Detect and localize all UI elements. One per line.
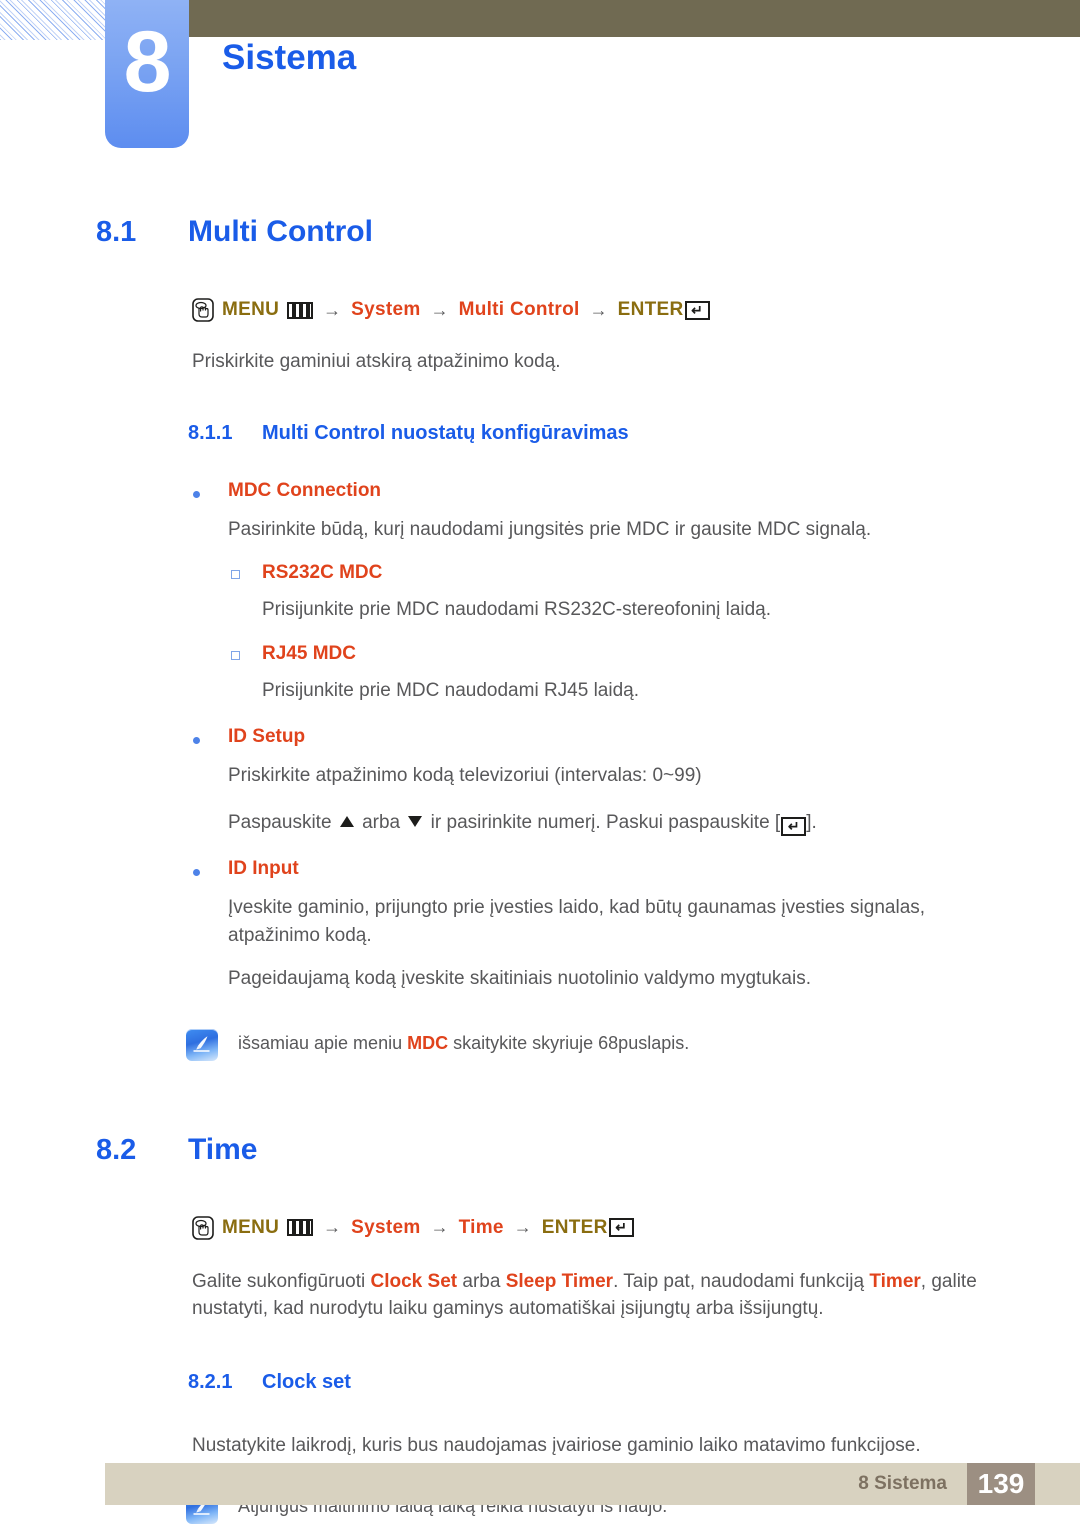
path-arrow: →: [430, 1217, 449, 1238]
enter-key-icon: ↵: [781, 816, 807, 836]
note-text-a: išsamiau apie meniu: [238, 1032, 403, 1053]
intro-paragraph-multi-control: Priskirkite gaminiui atskirą atpažinimo …: [192, 351, 561, 372]
text-mdc-connection: Pasirinkite būdą, kurį naudodami jungsit…: [228, 518, 872, 540]
heading-8-1-1: 8.1.1 Multi Control nuostatų konfigūravi…: [0, 422, 1080, 445]
highlight-clock-set: Clock Set: [370, 1270, 458, 1292]
bullet-id-input: ID Input: [0, 858, 1080, 880]
menu-label: MENU: [222, 1216, 280, 1238]
hand-press-icon: [192, 1216, 214, 1240]
enter-label: ENTER: [617, 299, 684, 320]
heading-8-2: 8.2 Time: [0, 1133, 1080, 1167]
heading-8-1-title: Multi Control: [188, 215, 373, 248]
path-arrow: →: [513, 1217, 532, 1238]
olive-header-bar: [188, 0, 1080, 37]
text-rj45-mdc: Prisijunkite prie MDC naudodami RJ45 lai…: [262, 679, 640, 701]
hand-press-icon: [192, 298, 214, 322]
bullet-rs232c-mdc: RS232C MDC: [0, 562, 1080, 584]
text-id-setup-2: Paspauskite arba ir pasirinkite numerį. …: [0, 809, 1080, 837]
path-arrow: →: [323, 1217, 342, 1238]
chapter-number: 8: [123, 14, 172, 110]
text-rs232c-mdc: Prisijunkite prie MDC naudodami RS232C-s…: [262, 599, 772, 621]
path-arrow: →: [589, 299, 608, 320]
menu-path-multi-control: MENU → System → Multi Control → ENTER ↵: [0, 298, 1080, 322]
heading-8-2-1: 8.2.1 Clock set: [0, 1371, 1080, 1394]
enter-key-icon: ↵: [684, 300, 710, 320]
chapter-title: Sistema: [222, 38, 357, 77]
path-arrow: →: [430, 299, 449, 320]
time-body-a: Galite sukonfigūruoti: [192, 1270, 366, 1292]
note-pencil-glyph: [193, 1036, 210, 1052]
id-setup-press-label: Paspauskite: [228, 811, 332, 833]
chapter-number-tab: 8: [105, 0, 189, 148]
text-time-body: Galite sukonfigūruoti Clock Set arba Sle…: [0, 1268, 1080, 1323]
menu-path-time: MENU → System → Time → ENTER ↵: [0, 1216, 1080, 1240]
note-text: išsamiau apie meniu MDC skaitykite skyri…: [218, 1027, 689, 1056]
path-arrow: →: [323, 299, 342, 320]
heading-8-1-1-title: Multi Control nuostatų konfigūravimas: [262, 421, 629, 444]
menu-item-time: Time: [458, 1216, 504, 1238]
heading-8-1: 8.1 Multi Control: [0, 215, 1080, 249]
id-setup-then-label: ir pasirinkite numerį. Paskui paspauskit…: [430, 811, 781, 833]
highlight-sleep-timer: Sleep Timer: [505, 1270, 614, 1292]
note-text-b: skaitykite skyriuje 68puslapis.: [453, 1032, 690, 1053]
page-number: 139: [967, 1463, 1035, 1505]
heading-8-1-number: 8.1: [96, 216, 137, 248]
heading-8-2-1-number: 8.2.1: [188, 1371, 233, 1394]
time-body-b: arba: [462, 1270, 501, 1292]
menu-bars-icon: [287, 301, 314, 319]
text-id-input-2: Pageidaujamą kodą įveskite skaitiniais n…: [228, 968, 811, 990]
heading-8-2-1-title: Clock set: [262, 1371, 351, 1394]
bullet-rj45-mdc: RJ45 MDC: [0, 643, 1080, 665]
page-header: 8 Sistema: [0, 0, 1080, 160]
menu-label: MENU: [222, 299, 280, 320]
heading-8-1-1-number: 8.1.1: [188, 421, 233, 444]
menu-bars-icon: [287, 1219, 314, 1237]
note-mdc-reference: išsamiau apie meniu MDC skaitykite skyri…: [0, 1027, 1080, 1061]
id-setup-close-label: ].: [806, 811, 817, 833]
heading-8-2-title: Time: [188, 1132, 258, 1166]
time-body-c: . Taip pat, naudodami funkciją: [613, 1270, 865, 1292]
footer-chapter-label: 8 Sistema: [858, 1473, 947, 1494]
note-pencil-icon: [186, 1028, 218, 1061]
menu-item-system: System: [351, 299, 421, 320]
heading-8-2-number: 8.2: [96, 1133, 137, 1166]
text-id-setup-1: Priskirkite atpažinimo kodą televizoriui…: [228, 765, 702, 787]
menu-item-system: System: [351, 1216, 421, 1238]
highlight-timer: Timer: [869, 1270, 921, 1292]
page-footer: 8 Sistema 139: [105, 1463, 1080, 1505]
bullet-mdc-connection: MDC Connection: [0, 480, 1080, 502]
text-id-input-1: Įveskite gaminio, prijungto prie įvestie…: [228, 897, 926, 946]
enter-key-icon: ↵: [608, 1218, 634, 1238]
enter-label: ENTER: [541, 1216, 608, 1238]
page-content: 8.1 Multi Control MENU → System → Multi …: [0, 160, 1080, 1524]
text-clock-set: Nustatykite laikrodį, kuris bus naudojam…: [192, 1435, 921, 1457]
bullet-id-setup: ID Setup: [0, 726, 1080, 748]
note-highlight-mdc: MDC: [407, 1032, 449, 1053]
arrow-down-icon: [408, 815, 423, 827]
id-setup-or-label: arba: [362, 811, 401, 833]
arrow-up-icon: [339, 815, 354, 827]
menu-item-multi-control: Multi Control: [458, 299, 580, 320]
hatch-decoration: [0, 0, 107, 40]
